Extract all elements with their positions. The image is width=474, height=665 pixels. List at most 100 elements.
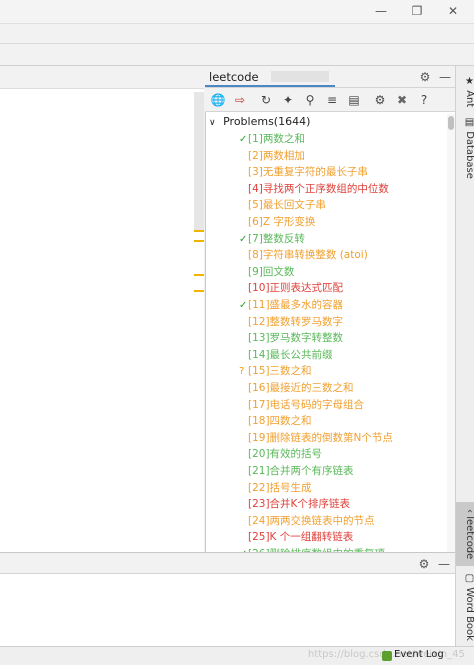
problem-label: [24]两两交换链表中的节点: [248, 514, 375, 527]
problem-item[interactable]: [4]寻找两个正序数组的中位数: [239, 181, 389, 197]
check-icon: ✓: [239, 134, 248, 145]
wand-icon[interactable]: ✦: [279, 91, 297, 109]
problem-item[interactable]: ✓[11]盛最多水的容器: [239, 297, 343, 313]
editor-marker[interactable]: [194, 274, 204, 276]
problem-item[interactable]: [8]字符串转换整数 (atoi): [239, 247, 368, 263]
problem-label: [3]无重复字符的最长子串: [248, 166, 368, 179]
editor-marker[interactable]: [194, 230, 204, 232]
refresh-icon[interactable]: ↻: [257, 91, 275, 109]
problem-item[interactable]: ? [15]三数之和: [239, 363, 312, 379]
editor-marker[interactable]: [194, 290, 204, 292]
help-icon[interactable]: ?: [415, 91, 433, 109]
blurred-username: [271, 71, 329, 82]
problem-label: [18]四数之和: [248, 415, 312, 428]
problem-item[interactable]: [20]有效的括号: [239, 446, 322, 462]
settings-icon[interactable]: ⚙: [371, 91, 389, 109]
problem-label: [19]删除链表的倒数第N个节点: [248, 431, 393, 444]
problem-item[interactable]: [6]Z 字形变换: [239, 214, 315, 230]
login-icon[interactable]: ⇨: [231, 91, 249, 109]
problem-label: [13]罗马数字转整数: [248, 332, 344, 345]
search-icon[interactable]: ⚲: [301, 91, 319, 109]
sort-icon[interactable]: ▤: [345, 91, 363, 109]
problem-label: [15]三数之和: [248, 365, 312, 378]
bottom-gear-icon[interactable]: ⚙: [416, 556, 432, 572]
problem-label: [2]两数相加: [248, 149, 305, 162]
chevron-down-icon[interactable]: ∨: [209, 118, 216, 128]
problem-label: [8]字符串转换整数 (atoi): [248, 249, 368, 262]
problem-item[interactable]: [12]整数转罗马数字: [239, 314, 343, 330]
tab-database[interactable]: ▤ Database: [456, 116, 474, 180]
editor-tabs: [0, 66, 204, 88]
tab-leetcode[interactable]: ‹ leetcode: [456, 502, 474, 566]
tab-ant[interactable]: ★ Ant: [456, 70, 474, 114]
problem-item[interactable]: [14]最长公共前缀: [239, 347, 333, 363]
panel-toolbar: 🌐 ⇨ ↻ ✦ ⚲ ≡ ▤ ⚙ ✖ ?: [205, 88, 455, 112]
ant-icon: ★: [464, 76, 474, 88]
bottom-panel: [0, 574, 455, 646]
editor-marker[interactable]: [194, 240, 204, 242]
restore-icon[interactable]: ❐: [408, 3, 426, 19]
tree-scroll-thumb[interactable]: [448, 116, 454, 130]
problem-label: [17]电话号码的字母组合: [248, 398, 365, 411]
problem-label: [16]最接近的三数之和: [248, 382, 354, 394]
check-icon: ✓: [239, 233, 248, 245]
problem-item[interactable]: [17]电话号码的字母组合: [239, 397, 364, 413]
globe-icon[interactable]: 🌐: [209, 91, 227, 109]
problem-item[interactable]: ✓[7]整数反转: [239, 231, 305, 247]
problem-label: [6]Z 字形变换: [248, 216, 316, 228]
tab-ant-label: Ant: [464, 90, 474, 108]
status-bar: https://blog.csdn.net/weixin_45 Event Lo…: [0, 646, 474, 665]
problem-label: [25]K 个一组翻转链表: [248, 531, 354, 544]
filter-icon[interactable]: ≡: [323, 91, 341, 109]
tab-leetcode-label: leetcode: [464, 516, 474, 560]
tab-word-book-label: Word Book: [464, 587, 474, 641]
right-tool-strip: ★ Ant ▤ Database ‹ leetcode ▢ Word Book: [455, 66, 474, 646]
editor-area[interactable]: [0, 88, 204, 552]
problem-item[interactable]: [16]最接近的三数之和: [239, 380, 354, 396]
leetcode-icon: ‹: [464, 508, 474, 513]
problem-label: [11]盛最多水的容器: [248, 299, 344, 311]
problem-item[interactable]: [18]四数之和: [239, 413, 312, 429]
close-circle-icon[interactable]: ✖: [393, 91, 411, 109]
tab-database-label: Database: [464, 131, 474, 179]
active-tab-indicator: [205, 85, 335, 87]
navigation-bar: [0, 44, 474, 66]
event-log-icon[interactable]: [382, 651, 392, 661]
problem-label: [23]合并K个排序链表: [248, 498, 350, 511]
problem-label: [9]回文数: [248, 265, 295, 278]
minimize-panel-icon[interactable]: —: [437, 69, 453, 85]
title-bar: — ❐ ✕: [0, 0, 474, 24]
minimize-icon[interactable]: —: [372, 3, 390, 19]
problem-item[interactable]: ✓[1]两数之和: [239, 131, 305, 147]
bottom-minimize-icon[interactable]: —: [436, 556, 452, 572]
tree-root-label: Problems(1644): [223, 115, 311, 128]
gear-icon[interactable]: ⚙: [417, 69, 433, 85]
problem-item[interactable]: [24]两两交换链表中的节点: [239, 513, 375, 529]
problem-label: [22]括号生成: [248, 481, 312, 494]
problem-label: [20]有效的括号: [248, 448, 323, 461]
problem-item[interactable]: [22]括号生成: [239, 480, 312, 496]
tab-word-book[interactable]: ▢ Word Book: [456, 572, 474, 642]
problem-item[interactable]: [2]两数相加: [239, 148, 305, 164]
problem-item[interactable]: [10]正则表达式匹配: [239, 280, 343, 296]
problem-item[interactable]: [25]K 个一组翻转链表: [239, 529, 353, 545]
problem-item[interactable]: [13]罗马数字转整数: [239, 330, 343, 346]
problem-item[interactable]: [5]最长回文子串: [239, 197, 326, 213]
problem-label: [5]最长回文子串: [248, 199, 326, 212]
tree-root[interactable]: ∨ Problems(1644): [209, 115, 310, 128]
close-icon[interactable]: ✕: [444, 3, 462, 19]
bottom-panel-header: ⚙ —: [0, 552, 455, 574]
problem-item[interactable]: [23]合并K个排序链表: [239, 496, 350, 512]
problem-item[interactable]: [3]无重复字符的最长子串: [239, 164, 368, 180]
problem-label: [7]整数反转: [248, 232, 305, 245]
event-log-button[interactable]: Event Log: [394, 649, 444, 660]
editor-scrollbar[interactable]: [194, 92, 204, 232]
book-icon: ▢: [464, 573, 474, 585]
problem-item[interactable]: [19]删除链表的倒数第N个节点: [239, 430, 393, 446]
database-icon: ▤: [464, 117, 474, 129]
problem-item[interactable]: [21]合并两个有序链表: [239, 463, 354, 479]
tree-scrollbar[interactable]: [447, 114, 455, 552]
problem-item[interactable]: [9]回文数: [239, 264, 294, 280]
check-icon: ✓: [239, 300, 248, 311]
panel-title[interactable]: leetcode: [209, 70, 259, 84]
